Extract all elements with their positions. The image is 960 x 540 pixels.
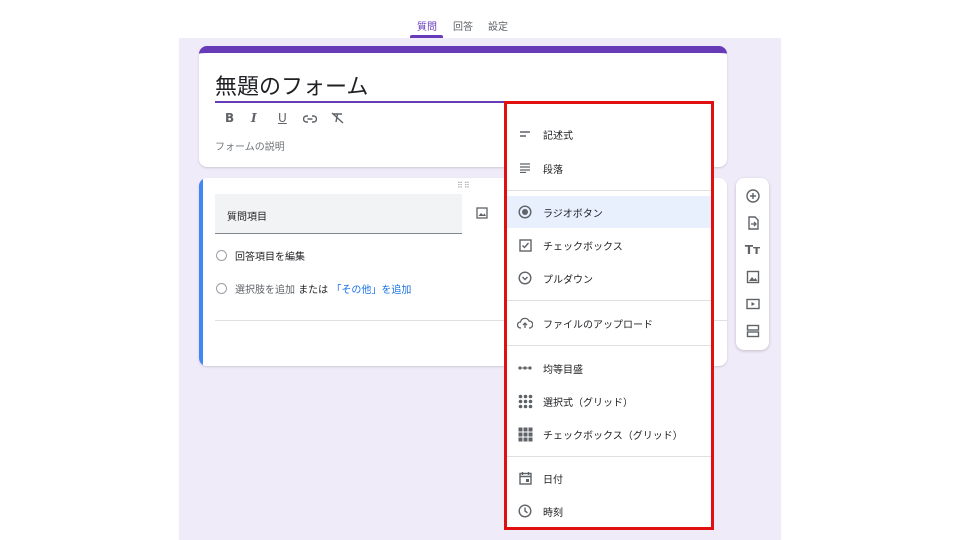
add-video-icon[interactable] bbox=[744, 295, 761, 312]
menu-item-paragraph[interactable]: 段落 bbox=[507, 152, 711, 184]
short-answer-icon bbox=[517, 126, 533, 142]
multiple-choice-grid-icon bbox=[517, 393, 533, 409]
or-text: または bbox=[298, 285, 329, 296]
question-title: 質問項目 bbox=[227, 212, 267, 223]
bold-button[interactable]: B bbox=[225, 111, 234, 125]
tab-settings[interactable]: 設定 bbox=[488, 18, 508, 33]
tab-questions[interactable]: 質問 bbox=[417, 18, 437, 33]
tab-responses[interactable]: 回答 bbox=[453, 18, 473, 33]
add-option-row: 選択肢を追加 または 「その他」を追加 bbox=[216, 281, 411, 296]
menu-divider bbox=[507, 345, 711, 346]
form-title[interactable]: 無題のフォーム bbox=[215, 69, 368, 101]
radio-icon bbox=[216, 283, 227, 294]
option-row[interactable]: 回答項目を編集 bbox=[216, 248, 305, 263]
menu-item-checkbox[interactable]: チェックボックス bbox=[507, 229, 711, 261]
menu-divider bbox=[507, 190, 711, 191]
clear-format-icon[interactable] bbox=[331, 112, 344, 127]
menu-item-label: 日付 bbox=[543, 474, 563, 486]
add-image-icon[interactable] bbox=[476, 204, 488, 223]
menu-item-time[interactable]: 時刻 bbox=[507, 495, 711, 527]
menu-item-label: 記述式 bbox=[543, 130, 573, 142]
drag-handle-icon[interactable]: ⠿⠿ bbox=[457, 181, 471, 190]
menu-item-label: チェックボックス（グリッド） bbox=[543, 430, 683, 442]
menu-item-multiple-choice-grid[interactable]: 選択式（グリッド） bbox=[507, 385, 711, 417]
menu-item-linear-scale[interactable]: 均等目盛 bbox=[507, 352, 711, 384]
menu-item-label: プルダウン bbox=[543, 274, 593, 286]
radio-button-icon bbox=[517, 204, 533, 220]
checkbox-grid-icon bbox=[517, 426, 533, 442]
underline-button[interactable]: U bbox=[278, 111, 287, 125]
paragraph-icon bbox=[517, 160, 533, 176]
checkbox-icon bbox=[517, 237, 533, 253]
clock-icon bbox=[517, 503, 533, 519]
menu-item-short-answer[interactable]: 記述式 bbox=[507, 118, 711, 150]
add-option-link[interactable]: 選択肢を追加 bbox=[235, 285, 295, 296]
option-label[interactable]: 回答項目を編集 bbox=[235, 252, 305, 263]
question-type-menu: 記述式 段落 ラジオボタン チェックボックス プルダウン ファイルのアップロード… bbox=[504, 101, 714, 530]
active-card-indicator bbox=[199, 178, 203, 366]
menu-item-date[interactable]: 日付 bbox=[507, 462, 711, 494]
menu-item-radio-button[interactable]: ラジオボタン bbox=[507, 196, 711, 228]
cloud-upload-icon bbox=[517, 315, 533, 331]
menu-item-label: 均等目盛 bbox=[543, 364, 583, 376]
menu-divider bbox=[507, 456, 711, 457]
italic-button[interactable]: I bbox=[251, 111, 257, 125]
radio-icon bbox=[216, 250, 227, 261]
form-description[interactable]: フォームの説明 bbox=[215, 138, 285, 153]
menu-item-label: 段落 bbox=[543, 164, 563, 176]
menu-item-file-upload[interactable]: ファイルのアップロード bbox=[507, 307, 711, 339]
add-question-icon[interactable] bbox=[744, 187, 761, 204]
linear-scale-icon bbox=[517, 360, 533, 376]
import-questions-icon[interactable] bbox=[744, 214, 761, 231]
menu-item-checkbox-grid[interactable]: チェックボックス（グリッド） bbox=[507, 418, 711, 450]
add-section-icon[interactable] bbox=[744, 322, 761, 339]
side-toolbar: Tт bbox=[736, 178, 769, 350]
menu-item-label: 選択式（グリッド） bbox=[543, 397, 633, 409]
menu-divider bbox=[507, 300, 711, 301]
menu-item-label: チェックボックス bbox=[543, 241, 623, 253]
question-title-input[interactable]: 質問項目 bbox=[215, 194, 462, 234]
calendar-icon bbox=[517, 470, 533, 486]
menu-item-label: ファイルのアップロード bbox=[543, 319, 653, 331]
add-other-link[interactable]: 「その他」を追加 bbox=[331, 285, 411, 296]
dropdown-icon bbox=[517, 270, 533, 286]
menu-item-dropdown[interactable]: プルダウン bbox=[507, 262, 711, 294]
add-title-icon[interactable]: Tт bbox=[744, 241, 761, 258]
add-image-icon[interactable] bbox=[744, 268, 761, 285]
menu-item-label: ラジオボタン bbox=[543, 208, 603, 220]
top-tabs: 質問 回答 設定 bbox=[0, 0, 960, 38]
link-icon[interactable] bbox=[302, 113, 318, 127]
menu-item-label: 時刻 bbox=[543, 507, 563, 519]
